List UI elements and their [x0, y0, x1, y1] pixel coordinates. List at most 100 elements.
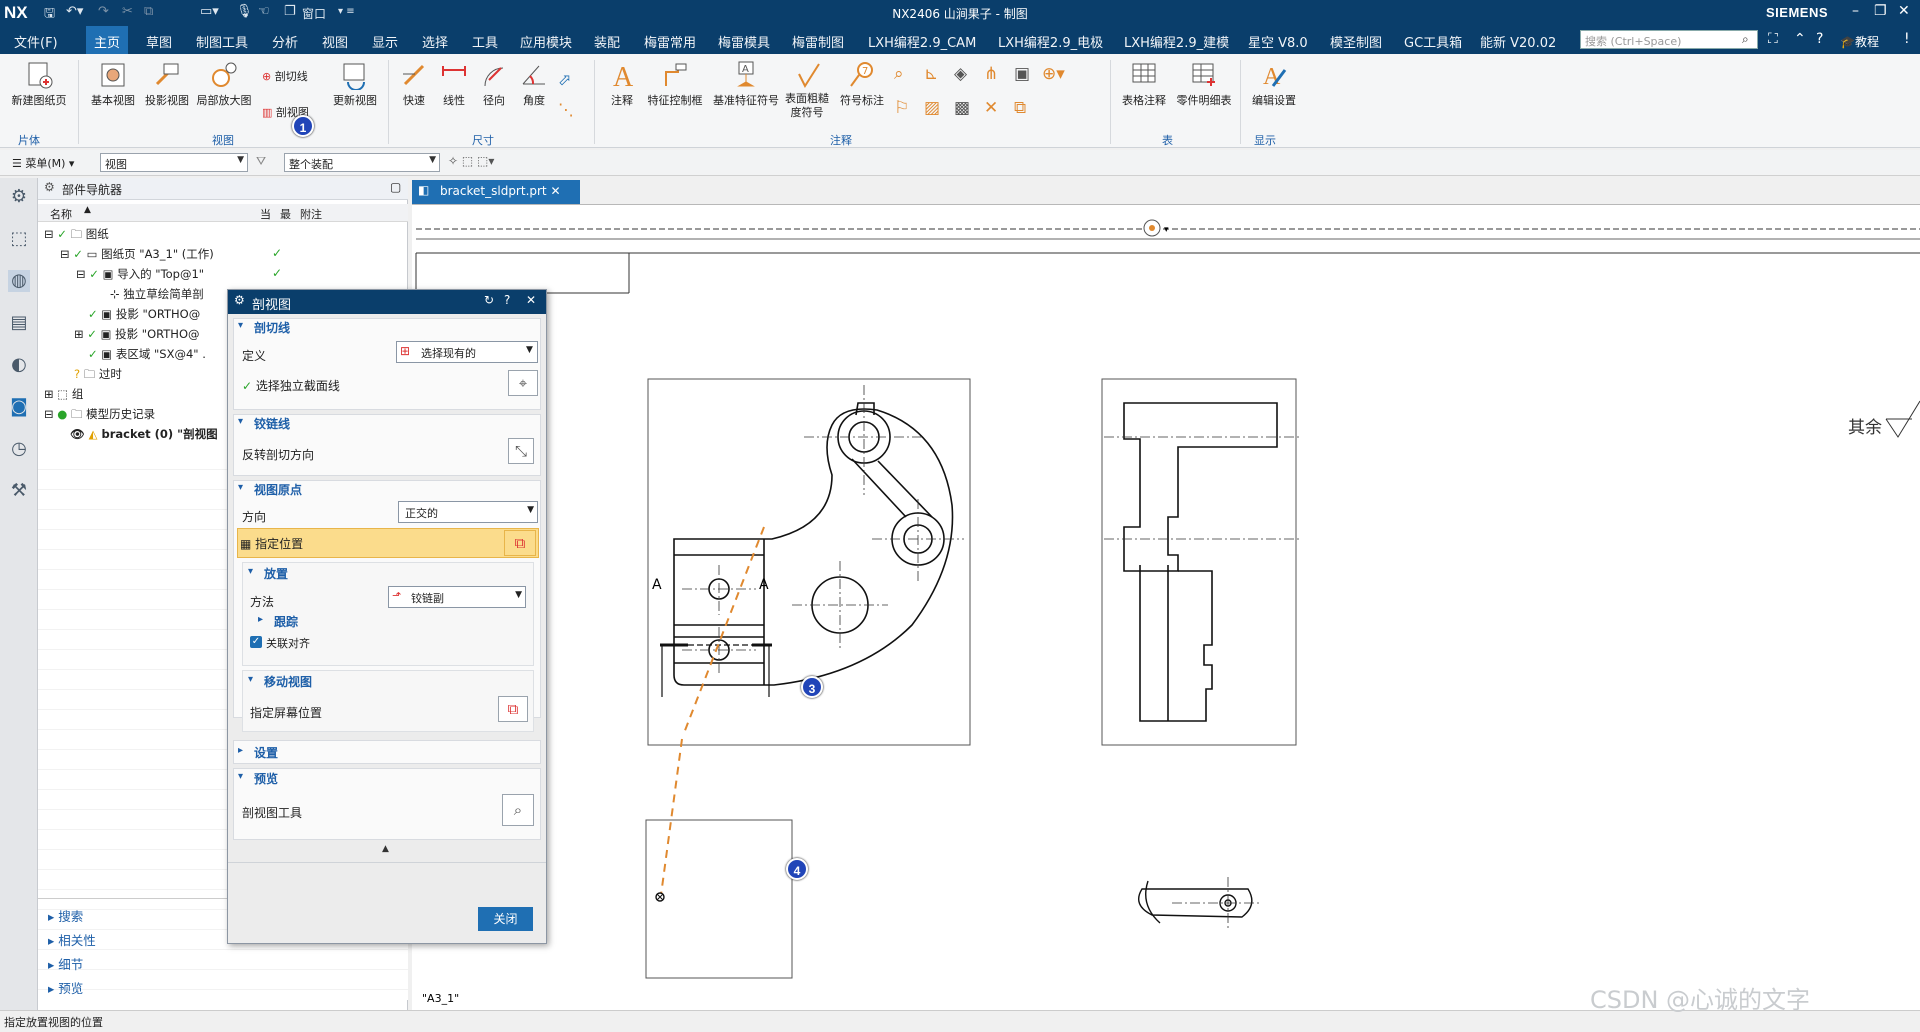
table-note-button[interactable]: 表格注释: [1116, 60, 1172, 108]
menu-lxh-electrode[interactable]: LXH编程2.9_电极: [998, 32, 1103, 51]
restore-icon[interactable]: ❐: [1874, 3, 1887, 19]
nav-footer-preview[interactable]: ▸ 预览: [48, 978, 83, 997]
screen-location-icon[interactable]: ⧉: [498, 696, 528, 722]
crosshair-icon[interactable]: ⌖: [508, 370, 538, 396]
tree-row[interactable]: ⊟ ● 🗀 模型历史记录: [44, 406, 155, 426]
collapse-icon[interactable]: ▾: [248, 566, 253, 577]
scope-select[interactable]: 整个装配 ▼: [284, 153, 440, 172]
fcf-button[interactable]: 特征控制框: [644, 60, 706, 108]
flag-icon[interactable]: ⚐: [894, 98, 909, 118]
tree-row[interactable]: ✓ ▣ 投影 "ORTHO@: [88, 306, 200, 326]
settings-title[interactable]: 设置: [254, 744, 278, 761]
menu-display[interactable]: 显示: [372, 32, 398, 51]
track-title[interactable]: 跟踪: [274, 613, 298, 630]
section-line-aa[interactable]: [660, 643, 772, 697]
menu-select[interactable]: 选择: [422, 32, 448, 51]
menu-tools[interactable]: 工具: [472, 32, 498, 51]
chamfer-dim-icon[interactable]: ⬀: [558, 70, 571, 89]
placement-title[interactable]: 放置: [264, 565, 288, 582]
define-select[interactable]: 选择现有的: [396, 341, 538, 363]
close-icon[interactable]: ✕: [1898, 3, 1910, 19]
reuse-library-icon[interactable]: ▤: [8, 312, 30, 334]
menu-meilei-common[interactable]: 梅雷常用: [644, 32, 696, 51]
col-latest[interactable]: 最: [280, 206, 291, 222]
tree-row[interactable]: ⊹ 独立草绘简单剖: [110, 286, 204, 306]
picture-icon[interactable]: ▩: [954, 98, 970, 118]
tree-row[interactable]: ? 🗀 过时: [74, 366, 122, 386]
section-line-button[interactable]: ⊕ 剖切线: [262, 68, 308, 84]
reverse-direction-icon[interactable]: ⤡: [508, 438, 534, 464]
web-browser-icon[interactable]: ◙: [8, 396, 30, 418]
detail-view-button[interactable]: 局部放大图: [194, 60, 254, 108]
collapse-icon[interactable]: ▾: [238, 482, 243, 493]
direction-select[interactable]: 正交的 ▼: [398, 501, 538, 523]
menu-lxh-modeling[interactable]: LXH编程2.9_建模: [1124, 32, 1229, 51]
collapse-icon[interactable]: ▾: [238, 771, 243, 782]
collapse-icon[interactable]: ▾: [238, 416, 243, 427]
point-dialog-icon[interactable]: ⧉: [504, 530, 536, 556]
tree-row[interactable]: ⊟ ✓ ▭ 图纸页 "A3_1" (工作): [60, 246, 214, 266]
preview-title[interactable]: 预览: [254, 770, 278, 787]
nav-footer-search[interactable]: ▸ 搜索: [48, 906, 83, 925]
menu-file[interactable]: 文件(F): [14, 32, 58, 51]
radial-dim-button[interactable]: 径向: [476, 60, 512, 108]
new-sheet-button[interactable]: 新建图纸页: [8, 60, 70, 108]
menu-assembly[interactable]: 装配: [594, 32, 620, 51]
tree-row[interactable]: ⊞ ⬚ 组: [44, 386, 83, 406]
parts-list-button[interactable]: 零件明细表: [1174, 60, 1234, 108]
datum-symbol-button[interactable]: A 基准特征符号: [712, 60, 780, 108]
hinge-line-title[interactable]: 铰链线: [254, 415, 290, 432]
cross-icon[interactable]: ✕: [984, 98, 998, 118]
filter-icon[interactable]: ⛛: [256, 154, 266, 169]
projected-view-button[interactable]: 投影视图: [140, 60, 194, 108]
tree-row[interactable]: ⊟ ✓ ▣ 导入的 "Top@1": [76, 266, 204, 286]
menu-home[interactable]: 主页: [86, 26, 129, 54]
quick-dim-button[interactable]: 快速: [396, 60, 432, 108]
collapse-icon[interactable]: ▾: [248, 674, 253, 685]
command-search-input[interactable]: 搜索 (Ctrl+Space): [1580, 30, 1758, 49]
fullscreen-icon[interactable]: ⛶: [1768, 31, 1778, 47]
roles-icon[interactable]: ◐: [8, 354, 30, 376]
method-select[interactable]: 铰链副 ▼: [388, 586, 526, 608]
collapse-more-icon[interactable]: ▲: [382, 844, 389, 854]
snap-icon[interactable]: ✧ ⬚ ⬚▾: [448, 154, 494, 168]
expand-icon[interactable]: ▸: [238, 745, 243, 756]
tree-row[interactable]: ✓ ▣ 表区域 "SX@4" .: [88, 346, 206, 366]
collapse-ribbon-icon[interactable]: ⌃: [1794, 31, 1806, 47]
snap-point-icon[interactable]: ▾: [1143, 219, 1169, 237]
menu-applications[interactable]: 应用模块: [520, 32, 572, 51]
nav-footer-dependency[interactable]: ▸ 相关性: [48, 930, 96, 949]
fill-icon[interactable]: ◈: [954, 64, 967, 84]
maximize-icon[interactable]: ▢: [390, 180, 401, 194]
section-line-title[interactable]: 剖切线: [254, 319, 290, 336]
alert-icon[interactable]: !: [1904, 31, 1910, 47]
collapse-icon[interactable]: ▾: [238, 320, 243, 331]
region-icon[interactable]: ⧉: [1014, 98, 1026, 118]
center-mark-icon[interactable]: ⊾: [924, 64, 938, 84]
reset-icon[interactable]: ↻: [484, 293, 494, 307]
magnifier-icon[interactable]: ⌕: [502, 794, 534, 826]
menu-mosheng[interactable]: 模圣制图: [1330, 32, 1382, 51]
graphics-window[interactable]: ▾ A A 其余 "A3_1": [412, 204, 1920, 1010]
tab-close-icon[interactable]: ✕: [550, 184, 560, 198]
tools-icon[interactable]: ⚒: [8, 480, 30, 502]
hatch-icon[interactable]: ▨: [924, 98, 940, 118]
col-name[interactable]: 名称: [50, 206, 72, 222]
update-view-button[interactable]: 更新视图: [328, 60, 382, 108]
menu-sketch[interactable]: 草图: [146, 32, 172, 51]
dialog-close-icon[interactable]: ✕: [526, 293, 536, 307]
minimize-icon[interactable]: –: [1852, 3, 1859, 19]
history-icon[interactable]: ◷: [8, 438, 30, 460]
bolt-circle-icon[interactable]: ⋔: [984, 64, 998, 84]
edit-settings-button[interactable]: A 编辑设置: [1246, 60, 1302, 108]
menu-xingkong[interactable]: 星空 V8.0: [1248, 32, 1308, 51]
surface-finish-button[interactable]: 表面粗糙度符号: [782, 60, 834, 120]
tutorial-link[interactable]: 🎓教程: [1840, 33, 1879, 50]
menu-button[interactable]: ☰ 菜单(M) ▾: [12, 155, 74, 171]
menu-nengxin[interactable]: 能新 V20.02: [1480, 32, 1556, 51]
part-icon[interactable]: ⬚: [8, 228, 30, 250]
tree-row[interactable]: 👁 ◭ bracket (0) "剖视图: [70, 426, 218, 446]
settings-icon[interactable]: ⚙: [8, 186, 30, 208]
view-origin-title[interactable]: 视图原点: [254, 481, 302, 498]
help-icon[interactable]: ?: [504, 293, 510, 307]
